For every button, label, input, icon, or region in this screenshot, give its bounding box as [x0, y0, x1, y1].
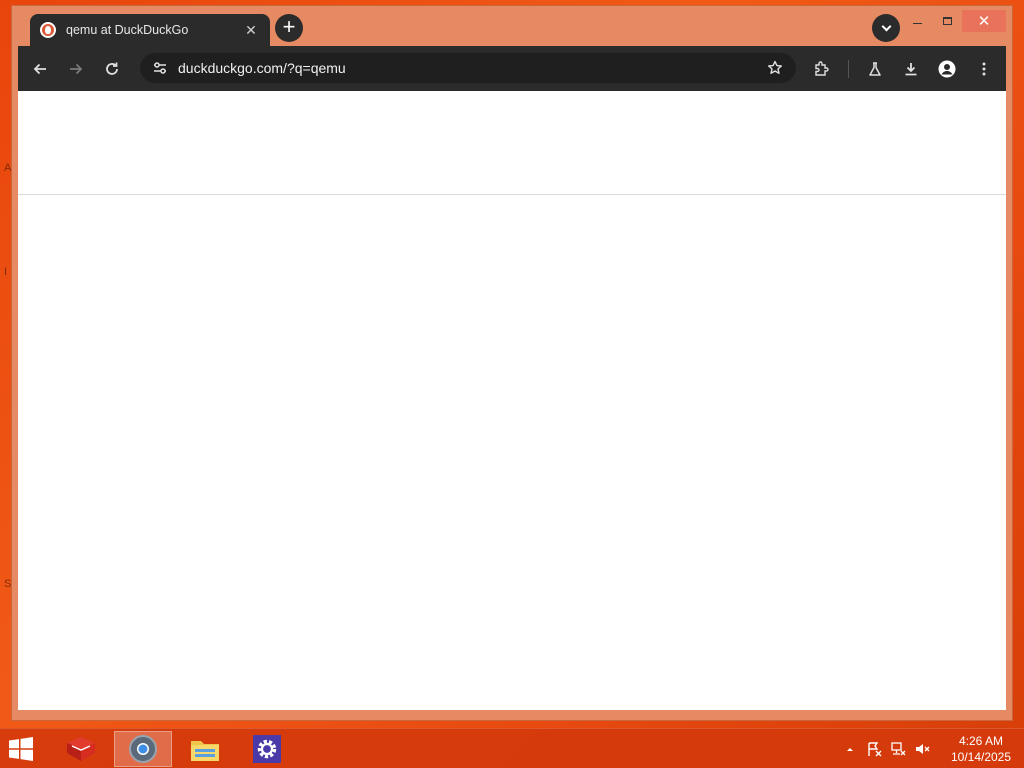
settings-gear-icon — [253, 735, 281, 763]
clock-time: 4:26 AM — [958, 734, 1004, 748]
taskbar-clock[interactable]: 4:26 AM 10/14/2025 — [946, 733, 1016, 765]
reload-button[interactable] — [98, 55, 126, 83]
taskbar-app-file-explorer[interactable] — [176, 731, 234, 767]
start-button[interactable] — [6, 734, 42, 764]
chevron-down-icon — [881, 21, 891, 32]
tab-title: qemu at DuckDuckGo — [66, 23, 189, 37]
flag-alert-icon — [868, 742, 882, 757]
taskbar-app-chrome[interactable] — [114, 731, 172, 767]
chevron-up-icon — [847, 748, 853, 751]
forward-button[interactable] — [62, 55, 90, 83]
download-icon — [905, 63, 917, 76]
menu-icon — [982, 62, 986, 76]
system-tray: 4:26 AM 10/14/2025 — [838, 729, 1016, 768]
maximize-button[interactable] — [932, 10, 962, 32]
desktop-edge-glyph: A — [4, 162, 12, 174]
extensions-icon — [815, 61, 829, 76]
star-icon — [768, 60, 782, 74]
bookmark-button[interactable] — [760, 53, 790, 83]
url-input[interactable] — [174, 60, 760, 76]
network-button[interactable] — [887, 738, 909, 760]
page-header-divider — [18, 194, 1006, 195]
close-window-button[interactable]: ✕ — [962, 10, 1006, 32]
browser-tab[interactable]: qemu at DuckDuckGo ✕ — [30, 14, 270, 46]
site-info-icon — [154, 62, 166, 74]
action-center-button[interactable] — [863, 738, 885, 760]
browser-toolbar — [18, 46, 1006, 91]
title-bar: qemu at DuckDuckGo ✕ + ✕ — [12, 6, 1012, 46]
chrome-icon — [129, 735, 157, 763]
folder-icon — [191, 741, 219, 761]
labs-button[interactable] — [861, 55, 889, 83]
extensions-button[interactable] — [808, 55, 836, 83]
reload-icon — [106, 62, 118, 75]
downloads-button[interactable] — [897, 55, 925, 83]
minimize-button[interactable] — [902, 10, 932, 32]
network-icon — [891, 742, 906, 756]
duckduckgo-favicon-icon — [40, 22, 56, 38]
tab-close-button[interactable]: ✕ — [242, 22, 260, 39]
toolbar-separator — [848, 60, 849, 78]
profile-icon — [938, 60, 956, 78]
close-icon: ✕ — [977, 12, 991, 30]
tab-search-button[interactable] — [872, 14, 900, 42]
forward-icon — [70, 63, 83, 75]
red-box-app-icon — [67, 737, 95, 761]
new-tab-button[interactable]: + — [275, 14, 303, 42]
volume-button[interactable] — [911, 738, 933, 760]
windows-logo-icon — [9, 737, 33, 761]
taskbar-app-one[interactable] — [52, 731, 110, 767]
desktop-edge-glyph: I — [4, 266, 8, 278]
clock-date: 10/14/2025 — [950, 750, 1012, 764]
browser-window: qemu at DuckDuckGo ✕ + ✕ — [12, 6, 1012, 720]
labs-icon — [869, 62, 881, 76]
back-button[interactable] — [26, 55, 54, 83]
page-viewport[interactable] — [18, 91, 1006, 710]
window-controls: ✕ — [902, 10, 1006, 32]
back-icon — [33, 63, 46, 75]
show-hidden-icons-button[interactable] — [839, 738, 861, 760]
taskbar: 4:26 AM 10/14/2025 — [0, 728, 1024, 768]
taskbar-app-settings[interactable] — [238, 731, 296, 767]
desktop-edge-glyph: S — [4, 578, 12, 590]
address-bar[interactable] — [140, 53, 796, 83]
minimize-icon — [912, 22, 922, 24]
maximize-icon — [942, 17, 952, 25]
profile-button[interactable] — [933, 55, 961, 83]
site-info-button[interactable] — [146, 53, 174, 83]
menu-button[interactable] — [970, 55, 998, 83]
volume-muted-icon — [916, 744, 930, 754]
